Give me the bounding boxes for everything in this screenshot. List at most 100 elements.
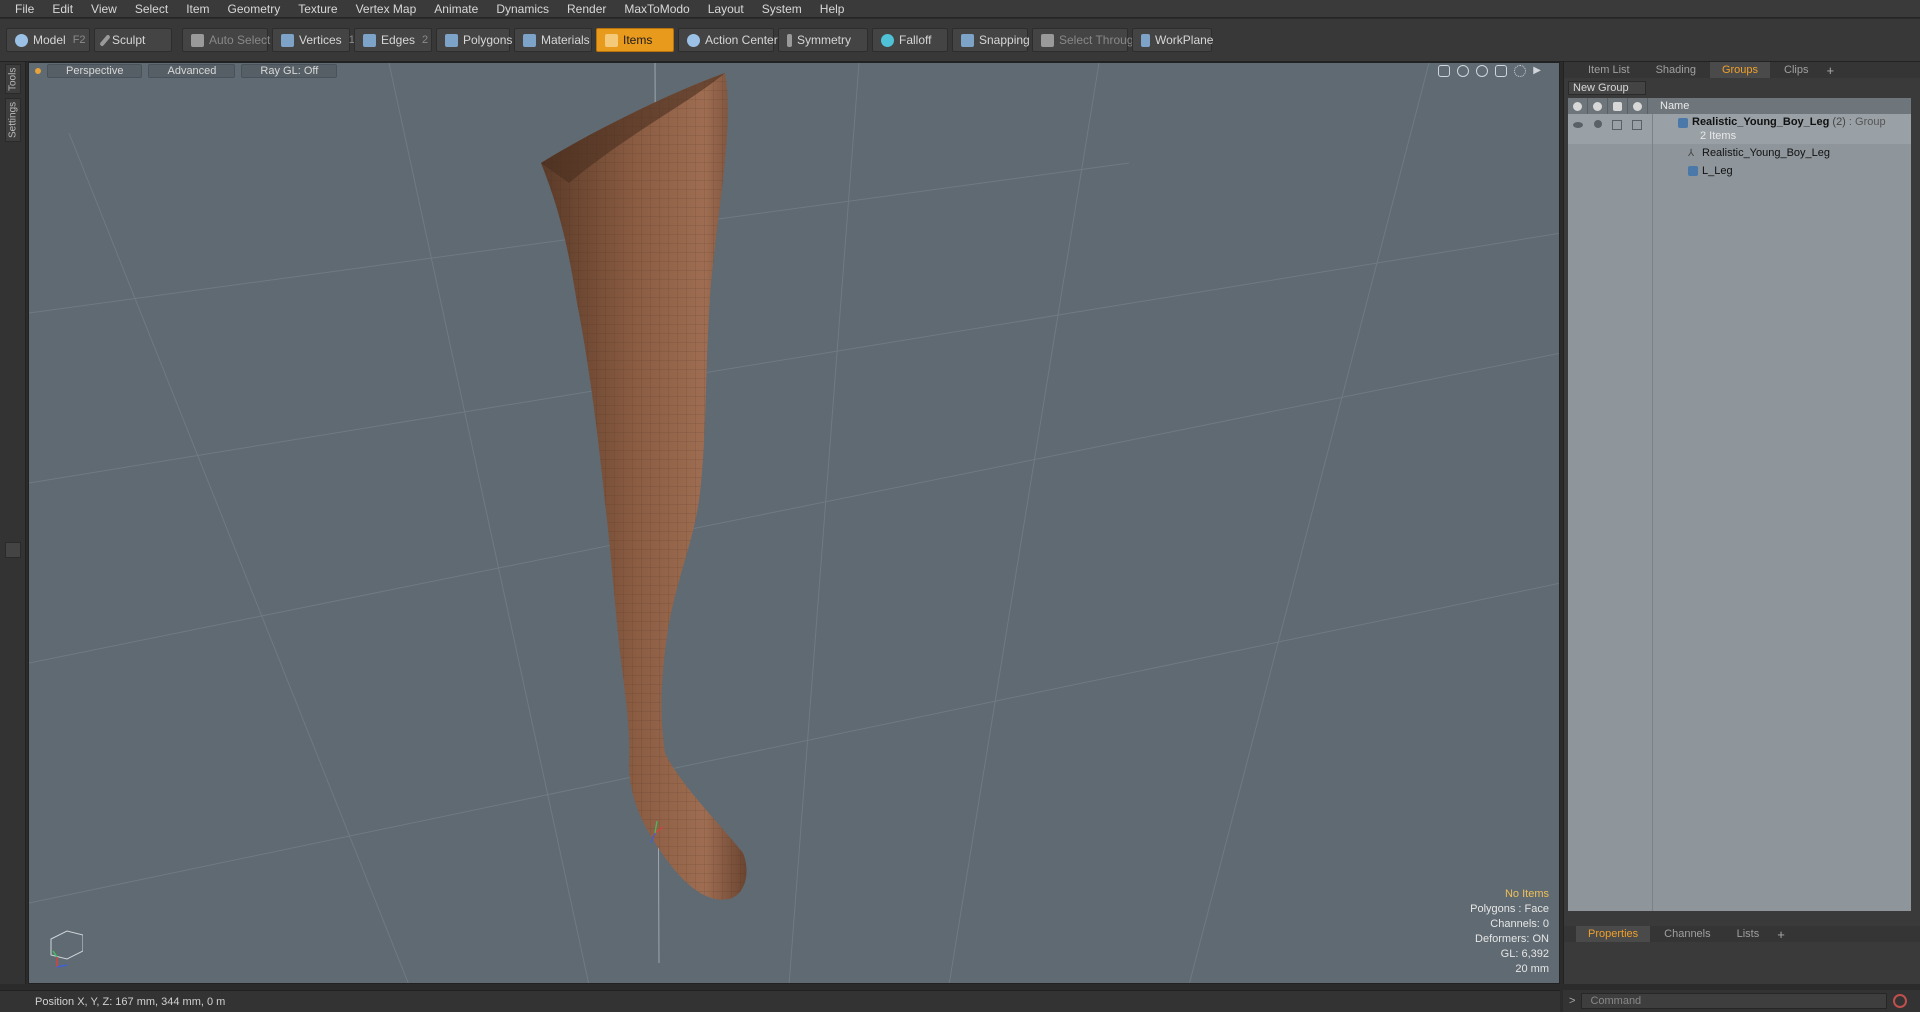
name-column-header[interactable]: Name <box>1660 100 1689 112</box>
info-unit: 20 mm <box>1515 963 1549 975</box>
menu-system[interactable]: System <box>753 0 811 18</box>
render-toggle-icon[interactable] <box>1594 120 1602 128</box>
polygons-button[interactable]: Polygons <box>436 28 512 52</box>
menu-bar: File Edit View Select Item Geometry Text… <box>0 0 1920 18</box>
leg-mesh[interactable] <box>541 73 747 900</box>
right-panel: Item List Shading Groups Clips + New Gro… <box>1563 62 1920 984</box>
brush-icon <box>99 33 111 47</box>
tab-settings[interactable]: Settings <box>5 98 21 142</box>
tab-shading[interactable]: Shading <box>1644 62 1708 78</box>
viewport-menu-icon[interactable] <box>35 68 41 74</box>
vertices-icon <box>281 33 294 47</box>
rotate-icon[interactable] <box>1457 65 1470 77</box>
select-through-button[interactable]: Select Through <box>1032 28 1140 52</box>
menu-help[interactable]: Help <box>811 0 854 18</box>
gear-icon[interactable] <box>1514 65 1527 77</box>
materials-button[interactable]: Materials <box>514 28 592 52</box>
menu-dynamics[interactable]: Dynamics <box>487 0 558 18</box>
groups-tab-bar: Item List Shading Groups Clips + <box>1564 62 1920 78</box>
workplane-button[interactable]: WorkPlane <box>1132 28 1213 52</box>
visibility-column-icon[interactable] <box>1568 98 1588 114</box>
info-deformers: Deformers: ON <box>1475 933 1549 945</box>
command-bar: > Command <box>1563 990 1920 1012</box>
model-button[interactable]: Model F2 <box>6 28 90 52</box>
tab-groups[interactable]: Groups <box>1709 62 1771 78</box>
viewport-navigation: ▶ <box>1438 65 1541 77</box>
mesh-icon <box>1688 166 1698 176</box>
vertices-button[interactable]: Vertices 1 <box>272 28 355 52</box>
sculpt-button[interactable]: Sculpt <box>94 28 172 52</box>
auto-select-button[interactable]: Auto Select <box>182 28 270 52</box>
group-name: Realistic_Young_Boy_Leg (2) : Group <box>1692 116 1886 128</box>
left-tool-strip: Tools Settings <box>0 62 26 984</box>
3d-viewport[interactable]: Perspective Advanced Ray GL: Off ▶ No It… <box>28 62 1560 984</box>
group-row[interactable]: Realistic_Young_Boy_Leg (2) : Group 2 It… <box>1568 114 1911 144</box>
status-bar: Position X, Y, Z: 167 mm, 344 mm, 0 m <box>0 990 1560 1012</box>
render-column-icon[interactable] <box>1588 98 1608 114</box>
menu-select[interactable]: Select <box>126 0 177 18</box>
snapping-icon <box>961 33 974 47</box>
menu-layout[interactable]: Layout <box>699 0 753 18</box>
eye-icon[interactable] <box>1573 122 1583 128</box>
add-tab-icon[interactable]: + <box>1822 63 1838 78</box>
group-item-count: 2 Items <box>1700 130 1737 142</box>
stop-icon[interactable] <box>1893 994 1908 1008</box>
list-item[interactable]: L_Leg <box>1568 162 1911 180</box>
tab-item-list[interactable]: Item List <box>1576 62 1642 78</box>
action-center-icon <box>687 33 700 47</box>
menu-animate[interactable]: Animate <box>425 0 487 18</box>
menu-item[interactable]: Item <box>177 0 218 18</box>
groups-table-header: Name <box>1568 98 1911 114</box>
maximize-icon[interactable] <box>1495 65 1508 77</box>
action-center-button[interactable]: Action Center <box>678 28 778 52</box>
locator-icon: ⅄ <box>1688 148 1695 159</box>
chevron-right-icon: > <box>1569 995 1576 1007</box>
menu-vertex-map[interactable]: Vertex Map <box>347 0 426 18</box>
falloff-icon <box>881 33 894 47</box>
items-icon <box>605 33 618 47</box>
lock-checkbox[interactable] <box>1612 120 1622 130</box>
chevron-right-icon[interactable]: ▶ <box>1533 65 1541 77</box>
add-tab-icon[interactable]: + <box>1773 927 1789 942</box>
select-checkbox[interactable] <box>1632 120 1642 130</box>
auto-select-icon <box>191 33 204 47</box>
edges-button[interactable]: Edges 2 <box>354 28 432 52</box>
main-toolbar: Model F2 Sculpt Auto Select Vertices 1 E… <box>0 19 1920 62</box>
menu-maxtomodo[interactable]: MaxToModo <box>615 0 698 18</box>
polygons-icon <box>445 33 458 47</box>
raygl-toggle[interactable]: Ray GL: Off <box>241 64 338 78</box>
menu-view[interactable]: View <box>82 0 126 18</box>
menu-file[interactable]: File <box>6 0 43 18</box>
falloff-button[interactable]: Falloff <box>872 28 948 52</box>
pan-icon[interactable] <box>1438 65 1451 77</box>
viewport-info: No Items Polygons : Face Channels: 0 Def… <box>1470 887 1549 977</box>
strip-handle[interactable] <box>5 542 21 558</box>
column-divider <box>1652 114 1653 911</box>
materials-icon <box>523 33 536 47</box>
menu-edit[interactable]: Edit <box>43 0 82 18</box>
menu-geometry[interactable]: Geometry <box>219 0 290 18</box>
shading-dropdown[interactable]: Advanced <box>148 64 236 78</box>
lock-column-icon[interactable] <box>1608 98 1628 114</box>
axis-gizmo <box>50 930 83 968</box>
viewport-scene[interactable] <box>29 63 1560 984</box>
command-input[interactable]: Command <box>1581 993 1888 1009</box>
tab-lists[interactable]: Lists <box>1725 926 1772 942</box>
menu-texture[interactable]: Texture <box>289 0 346 18</box>
tab-tools[interactable]: Tools <box>5 64 21 94</box>
tab-channels[interactable]: Channels <box>1652 926 1722 942</box>
select-column-icon[interactable] <box>1628 98 1648 114</box>
symmetry-button[interactable]: Symmetry <box>778 28 868 52</box>
menu-render[interactable]: Render <box>558 0 615 18</box>
viewport-header: Perspective Advanced Ray GL: Off <box>29 63 1559 79</box>
list-item[interactable]: ⅄ Realistic_Young_Boy_Leg <box>1568 144 1911 162</box>
tab-clips[interactable]: Clips <box>1772 62 1820 78</box>
zoom-icon[interactable] <box>1476 65 1489 77</box>
items-button[interactable]: Items <box>596 28 674 52</box>
view-mode-dropdown[interactable]: Perspective <box>47 64 143 78</box>
snapping-button[interactable]: Snapping <box>952 28 1030 52</box>
tab-properties[interactable]: Properties <box>1576 926 1651 942</box>
new-group-button[interactable]: New Group <box>1568 81 1646 95</box>
position-readout: Position X, Y, Z: 167 mm, 344 mm, 0 m <box>35 995 226 1008</box>
floor-grid <box>29 63 1559 983</box>
